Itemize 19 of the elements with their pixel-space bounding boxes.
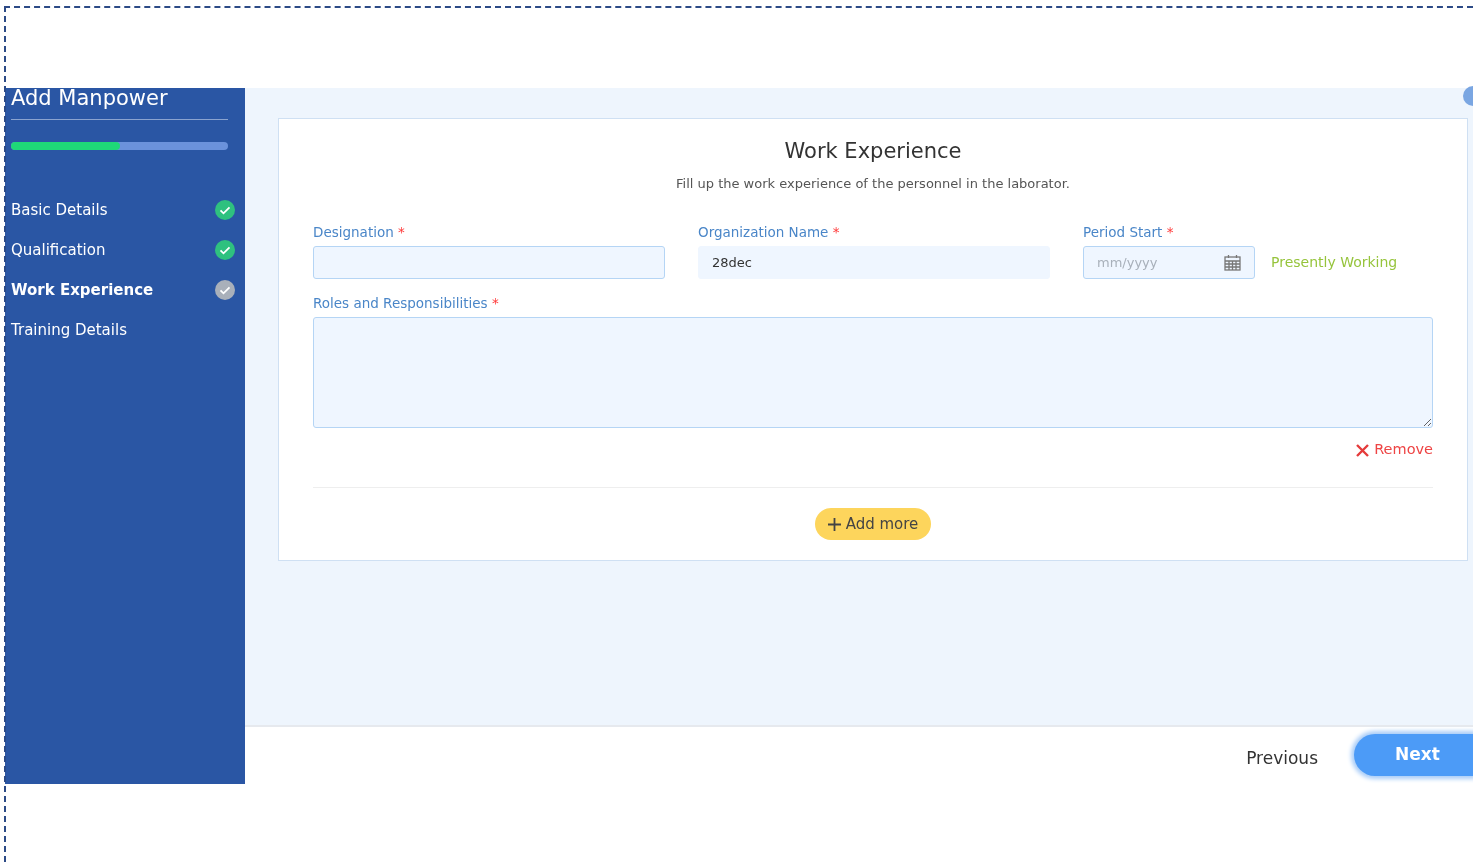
calendar-icon[interactable] <box>1224 253 1241 271</box>
step-link[interactable]: Training Details <box>11 318 127 342</box>
step-link[interactable]: Work Experience <box>11 278 154 302</box>
sidebar-title: Add Manpower <box>11 88 228 120</box>
text-field[interactable]: 28dec <box>698 245 1050 279</box>
step-link[interactable]: Qualification <box>11 238 106 262</box>
form-subtitle: Fill up the work experience of the personnel in the laborator. <box>675 175 1071 194</box>
field-label: Period Start * <box>1083 222 1175 242</box>
field-label: Roles and Responsibilities * <box>313 293 500 313</box>
field-label: Designation * <box>313 222 406 242</box>
form-title: Work Experience <box>783 139 963 165</box>
plus-icon <box>827 517 841 531</box>
add-more-button[interactable]: Add more <box>814 507 932 541</box>
previous-button[interactable]: Previous <box>1246 745 1318 772</box>
field-label: Organization Name * <box>698 222 841 242</box>
close-icon <box>1355 442 1371 458</box>
step-link[interactable]: Basic Details <box>11 198 108 222</box>
remove-button[interactable]: Remove <box>1355 439 1433 461</box>
text-field[interactable] <box>313 245 665 279</box>
